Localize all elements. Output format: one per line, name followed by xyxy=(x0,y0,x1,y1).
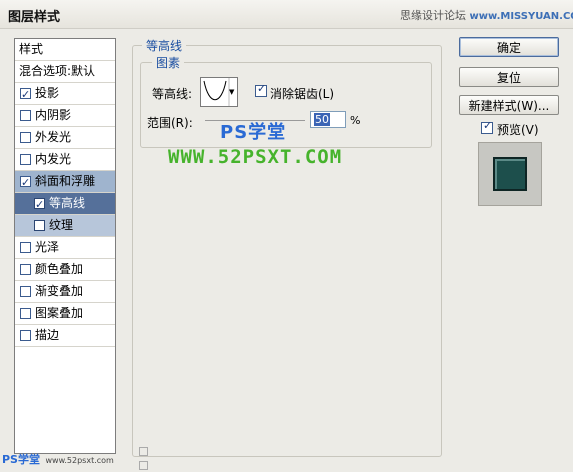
sidebar-item-label: 纹理 xyxy=(49,218,74,232)
checkbox[interactable] xyxy=(20,286,31,297)
watermark-url: www.MISSYUAN.COM xyxy=(469,11,573,22)
preview-label: 预览(V) xyxy=(497,123,539,137)
sidebar-item-label: 颜色叠加 xyxy=(35,262,84,276)
ps-watermark: PS学堂 xyxy=(220,122,287,143)
bottom-watermark: PS学堂 www.52psxt.com xyxy=(2,451,114,467)
range-unit: % xyxy=(350,114,361,127)
sidebar-item-drop-shadow[interactable]: 投影 xyxy=(15,83,115,105)
sidebar-item-label: 等高线 xyxy=(49,196,86,210)
checkbox[interactable] xyxy=(20,330,31,341)
checkbox[interactable] xyxy=(20,154,31,165)
sidebar-item-blending-options[interactable]: 混合选项:默认 xyxy=(15,61,115,83)
sidebar-item-label: 光泽 xyxy=(35,240,60,254)
sidebar-item-satin[interactable]: 光泽 xyxy=(15,237,115,259)
sidebar-item-outer-glow[interactable]: 外发光 xyxy=(15,127,115,149)
checkbox[interactable] xyxy=(20,172,31,193)
contour-group-title: 等高线 xyxy=(142,37,187,54)
bottom-watermark-url: www.52psxt.com xyxy=(45,456,114,465)
checkbox[interactable] xyxy=(20,242,31,253)
checkbox[interactable] xyxy=(20,132,31,143)
sidebar-item-color-overlay[interactable]: 颜色叠加 xyxy=(15,259,115,281)
antialias-checkbox[interactable] xyxy=(255,82,267,97)
sidebar-item-label: 描边 xyxy=(35,328,60,342)
sidebar-item-label: 斜面和浮雕 xyxy=(35,174,96,188)
sidebar-item-texture[interactable]: 纹理 xyxy=(15,215,115,237)
grip-icon xyxy=(139,447,148,456)
elements-group-title: 图素 xyxy=(152,54,185,71)
antialias-label: 消除锯齿(L) xyxy=(270,87,335,101)
preview-checkbox[interactable] xyxy=(481,119,493,134)
checkbox[interactable] xyxy=(20,110,31,121)
range-input[interactable]: 50 xyxy=(310,111,346,128)
sidebar-item-label: 混合选项:默认 xyxy=(19,64,96,78)
reset-button[interactable]: 复位 xyxy=(459,67,559,87)
sidebar-item-label: 渐变叠加 xyxy=(35,284,84,298)
chevron-down-icon[interactable]: ▼ xyxy=(229,88,234,96)
checkbox[interactable] xyxy=(34,220,45,231)
sidebar-item-pattern-overlay[interactable]: 图案叠加 xyxy=(15,303,115,325)
sidebar-item-label: 外发光 xyxy=(35,130,72,144)
sidebar-item-bevel-emboss[interactable]: 斜面和浮雕 xyxy=(15,171,115,193)
window-title: 图层样式 xyxy=(8,10,61,25)
ok-button[interactable]: 确定 xyxy=(459,37,559,57)
sidebar-item-label: 内发光 xyxy=(35,152,72,166)
grip-icon xyxy=(139,461,148,470)
checkbox[interactable] xyxy=(20,84,31,105)
checkbox[interactable] xyxy=(20,308,31,319)
contour-label: 等高线: xyxy=(152,87,193,101)
sidebar-item-label: 样式 xyxy=(19,42,44,56)
checkbox[interactable] xyxy=(34,194,45,215)
sidebar-item-gradient-overlay[interactable]: 渐变叠加 xyxy=(15,281,115,303)
url-watermark: WWW.52PSXT.COM xyxy=(168,146,343,168)
sidebar-item-label: 内阴影 xyxy=(35,108,72,122)
sidebar-item-inner-glow[interactable]: 内发光 xyxy=(15,149,115,171)
preview-swatch xyxy=(493,157,527,191)
checkbox[interactable] xyxy=(20,264,31,275)
sidebar-item-label: 图案叠加 xyxy=(35,306,84,320)
sidebar-item-contour[interactable]: 等高线 xyxy=(15,193,115,215)
bottom-watermark-ps: PS学堂 xyxy=(2,453,40,466)
styles-list: 样式 混合选项:默认 投影 内阴影 外发光 内发光 斜面和浮雕 等高线 纹理 光… xyxy=(14,38,116,454)
sidebar-item-stroke[interactable]: 描边 xyxy=(15,325,115,347)
sidebar-item-label: 投影 xyxy=(35,86,60,100)
new-style-button[interactable]: 新建样式(W)... xyxy=(459,95,559,115)
range-label: 范围(R): xyxy=(147,116,193,130)
range-value: 50 xyxy=(314,113,330,126)
sidebar-item-inner-shadow[interactable]: 内阴影 xyxy=(15,105,115,127)
site-watermark: 思缘设计论坛 www.MISSYUAN.COM xyxy=(400,7,573,23)
watermark-text: 思缘设计论坛 xyxy=(400,9,466,22)
sidebar-item-styles[interactable]: 样式 xyxy=(15,39,115,61)
